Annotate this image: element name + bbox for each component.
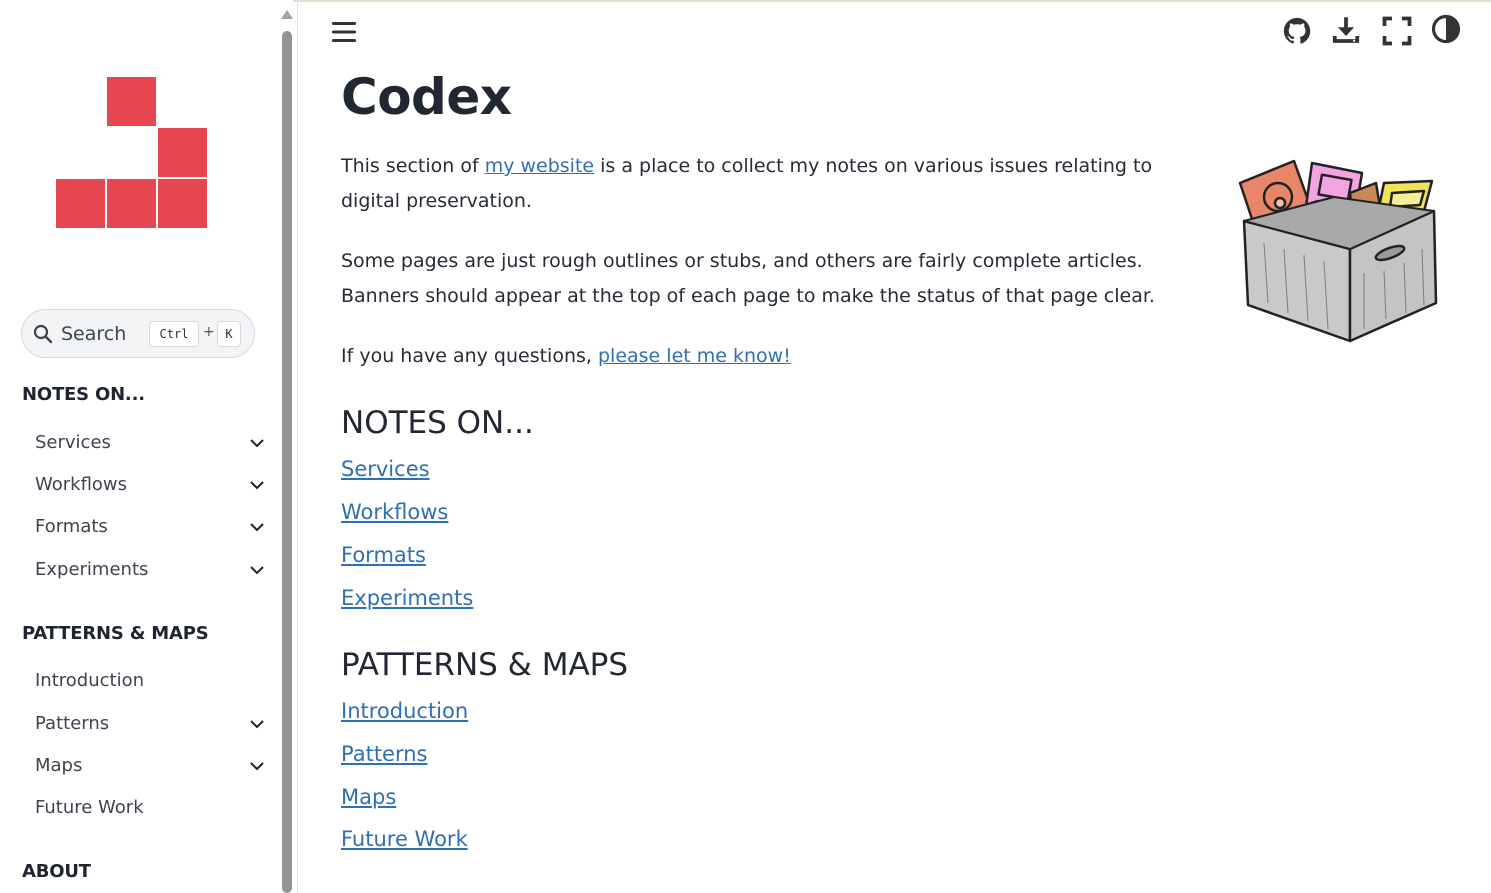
- sidebar-item-label: Formats: [35, 516, 108, 537]
- page-title: Codex: [341, 68, 512, 126]
- status-paragraph: Some pages are just rough outlines or st…: [341, 250, 1155, 307]
- contact-paragraph: If you have any questions, please let me…: [341, 339, 1211, 374]
- search-icon: [33, 324, 53, 344]
- toc-link-introduction[interactable]: Introduction: [341, 699, 468, 723]
- chevron-down-icon[interactable]: [249, 435, 265, 451]
- sidebar-item-workflows[interactable]: Workflows: [35, 470, 270, 502]
- chevron-down-icon[interactable]: [249, 519, 265, 535]
- sidebar-divider: [297, 0, 298, 893]
- download-icon[interactable]: [1331, 16, 1361, 46]
- toc-link-formats[interactable]: Formats: [341, 543, 426, 567]
- sidebar: Search Ctrl + K NOTES ON... Services Wor…: [0, 0, 281, 893]
- logo-block: [158, 179, 207, 228]
- sidebar-item-label: Introduction: [35, 670, 145, 691]
- sidebar-section-about: ABOUT: [22, 861, 91, 882]
- logo-block: [158, 128, 207, 177]
- site-logo[interactable]: [56, 77, 208, 229]
- sidebar-item-formats[interactable]: Formats: [35, 512, 270, 544]
- toc-link-maps[interactable]: Maps: [341, 785, 396, 809]
- sidebar-item-services[interactable]: Services: [35, 428, 270, 460]
- logo-block: [107, 179, 156, 228]
- toc-link-experiments[interactable]: Experiments: [341, 586, 473, 610]
- chevron-down-icon[interactable]: [249, 758, 265, 774]
- shortcut-k-key: K: [217, 321, 241, 347]
- sidebar-item-label: Experiments: [35, 559, 149, 580]
- fullscreen-icon[interactable]: [1382, 16, 1412, 46]
- chevron-down-icon[interactable]: [249, 477, 265, 493]
- github-icon[interactable]: [1282, 16, 1312, 46]
- shortcut-ctrl-key: Ctrl: [149, 321, 199, 347]
- scroll-up-arrow-icon[interactable]: [281, 10, 293, 19]
- notes-on-heading: NOTES ON...: [341, 405, 534, 441]
- menu-icon[interactable]: [332, 21, 356, 43]
- sidebar-section-patterns-maps: PATTERNS & MAPS: [22, 623, 209, 644]
- logo-block: [56, 179, 105, 228]
- sidebar-item-patterns[interactable]: Patterns: [35, 709, 270, 741]
- sidebar-item-label: Services: [35, 432, 111, 453]
- chevron-down-icon[interactable]: [249, 716, 265, 732]
- sidebar-item-future-work[interactable]: Future Work: [35, 793, 270, 825]
- toc-link-services[interactable]: Services: [341, 457, 430, 481]
- sidebar-item-label: Future Work: [35, 797, 144, 818]
- theme-toggle-icon[interactable]: [1431, 14, 1461, 44]
- toc-link-future-work[interactable]: Future Work: [341, 827, 468, 851]
- sidebar-section-notes-on: NOTES ON...: [22, 384, 145, 405]
- sidebar-item-label: Patterns: [35, 713, 110, 734]
- box-of-media-illustration: [1238, 159, 1438, 343]
- sidebar-item-label: Maps: [35, 755, 83, 776]
- toc-link-patterns[interactable]: Patterns: [341, 742, 428, 766]
- sidebar-scrollbar-thumb[interactable]: [282, 31, 292, 893]
- toc-link-workflows[interactable]: Workflows: [341, 500, 448, 524]
- search-button[interactable]: Search Ctrl + K: [21, 309, 255, 358]
- sidebar-item-introduction[interactable]: Introduction: [35, 666, 270, 698]
- sidebar-item-experiments[interactable]: Experiments: [35, 555, 270, 587]
- shortcut-plus: +: [203, 324, 215, 340]
- my-website-link[interactable]: my website: [485, 155, 594, 177]
- intro-text: This section of: [341, 155, 485, 177]
- patterns-maps-heading: PATTERNS & MAPS: [341, 647, 629, 683]
- logo-block: [107, 77, 156, 126]
- contact-text: If you have any questions,: [341, 345, 598, 367]
- intro-paragraph: This section of my website is a place to…: [341, 149, 1211, 219]
- search-label: Search: [61, 323, 127, 345]
- chevron-down-icon[interactable]: [249, 562, 265, 578]
- sidebar-item-label: Workflows: [35, 474, 128, 495]
- contact-link[interactable]: please let me know!: [598, 345, 791, 367]
- sidebar-item-maps[interactable]: Maps: [35, 751, 270, 783]
